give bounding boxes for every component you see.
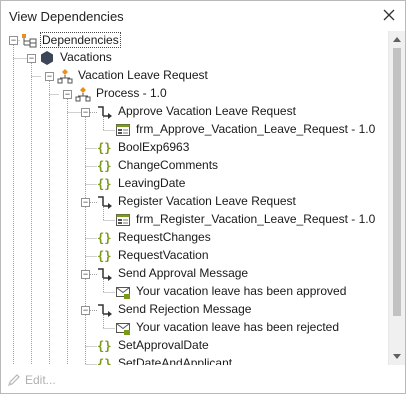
process-flow-icon: [75, 87, 91, 102]
view-dependencies-window: View Dependencies − − − − − − − − Depend…: [0, 0, 406, 394]
tree-label-setapprovaldate: SetApprovalDate: [118, 338, 209, 352]
tree-node-frm-approve[interactable]: frm_Approve_Vacation_Leave_Request - 1.0: [115, 121, 375, 139]
scroll-up-button[interactable]: [389, 31, 405, 48]
tree-node-setdateandapplicant[interactable]: {} SetDateAndApplicant: [97, 355, 237, 365]
tree-label-vacations: Vacations: [60, 50, 112, 64]
tree-node-vacation-leave-request[interactable]: Vacation Leave Request: [57, 67, 217, 85]
tree-label-send-approval-message: Send Approval Message: [118, 266, 249, 280]
braces-icon: {}: [97, 357, 112, 365]
tree-label-changecomments: ChangeComments: [118, 158, 219, 172]
tree-node-frm-register[interactable]: frm_Register_Vacation_Leave_Request - 1.…: [115, 211, 375, 229]
braces-icon: {}: [97, 249, 112, 263]
tree-node-setapprovaldate[interactable]: {} SetApprovalDate: [97, 337, 217, 355]
tree-node-send-approval-message[interactable]: Send Approval Message: [97, 265, 257, 283]
tree-node-rejected-message[interactable]: Your vacation leave has been rejected: [115, 319, 375, 337]
scroll-down-arrow-icon: [393, 354, 401, 359]
braces-icon: {}: [97, 141, 112, 155]
title-bar: View Dependencies: [1, 1, 405, 31]
close-icon: [383, 9, 395, 21]
braces-icon: {}: [97, 339, 112, 353]
tree-node-send-rejection-message[interactable]: Send Rejection Message: [97, 301, 257, 319]
expander-vacation-leave-request[interactable]: −: [45, 72, 54, 81]
expander-send-rejection-message[interactable]: −: [81, 306, 90, 315]
tree-label-rejected-message: Your vacation leave has been rejected: [136, 320, 340, 334]
expander-dependencies[interactable]: −: [9, 36, 18, 45]
scroll-down-button[interactable]: [389, 348, 405, 365]
activity-arrow-icon: [98, 106, 112, 119]
tree-label-register-vacation-leave-request: Register Vacation Leave Request: [118, 194, 296, 208]
activity-arrow-icon: [98, 196, 112, 209]
edit-button-label: Edit...: [25, 373, 56, 387]
tree-label-boolexp6963: BoolExp6963: [118, 140, 190, 154]
bottom-toolbar: Edit...: [1, 365, 405, 393]
tree-node-vacations[interactable]: Vacations: [39, 49, 139, 67]
window-title: View Dependencies: [9, 9, 124, 24]
form-icon: [116, 124, 130, 136]
tree-label-requestchanges: RequestChanges: [118, 230, 211, 244]
vertical-scrollbar[interactable]: [388, 31, 405, 365]
tree-label-vacation-leave-request: Vacation Leave Request: [78, 68, 208, 82]
tree-label-dependencies: Dependencies: [40, 32, 121, 48]
tree-node-register-vacation-leave-request[interactable]: Register Vacation Leave Request: [97, 193, 297, 211]
expander-send-approval-message[interactable]: −: [81, 270, 90, 279]
activity-arrow-icon: [98, 268, 112, 281]
braces-icon: {}: [97, 177, 112, 191]
braces-icon: {}: [97, 231, 112, 245]
tree-label-frm-register: frm_Register_Vacation_Leave_Request - 1.…: [136, 212, 376, 226]
envelope-icon: [116, 287, 130, 299]
tree-node-requestchanges[interactable]: {} RequestChanges: [97, 229, 217, 247]
pencil-icon: [8, 374, 20, 386]
expander-register-vacation-leave-request[interactable]: −: [81, 198, 90, 207]
tree-node-requestvacation[interactable]: {} RequestVacation: [97, 247, 217, 265]
braces-icon: {}: [97, 159, 112, 173]
close-button[interactable]: [381, 7, 397, 23]
tree-node-leavingdate[interactable]: {} LeavingDate: [97, 175, 217, 193]
dependencies-tree[interactable]: − − − − − − − − Dependencies Vacations V…: [1, 31, 405, 365]
tree-node-dependencies[interactable]: Dependencies: [21, 31, 131, 49]
form-icon: [116, 214, 130, 226]
expander-process[interactable]: −: [63, 90, 72, 99]
tree-label-leavingdate: LeavingDate: [118, 176, 186, 190]
tree-label-setdateandapplicant: SetDateAndApplicant: [118, 356, 233, 365]
tree-node-boolexp6963[interactable]: {} BoolExp6963: [97, 139, 217, 157]
dependencies-tree-icon: [22, 34, 37, 48]
scroll-thumb[interactable]: [393, 48, 401, 316]
scroll-up-arrow-icon: [393, 37, 401, 42]
tree-label-approved-message: Your vacation leave has been approved: [136, 284, 347, 298]
edit-button[interactable]: Edit...: [7, 372, 56, 388]
tree-label-process: Process - 1.0: [96, 86, 167, 100]
tree-node-changecomments[interactable]: {} ChangeComments: [97, 157, 219, 175]
expander-approve-vacation-leave-request[interactable]: −: [81, 108, 90, 117]
hexagon-icon: [41, 51, 53, 65]
tree-node-process[interactable]: Process - 1.0: [75, 85, 185, 103]
tree-label-requestvacation: RequestVacation: [118, 248, 209, 262]
tree-label-send-rejection-message: Send Rejection Message: [118, 302, 252, 316]
tree-node-approve-vacation-leave-request[interactable]: Approve Vacation Leave Request: [97, 103, 297, 121]
tree-label-frm-approve: frm_Approve_Vacation_Leave_Request - 1.0: [136, 122, 376, 136]
envelope-icon: [116, 323, 130, 335]
tree-node-approved-message[interactable]: Your vacation leave has been approved: [115, 283, 375, 301]
process-flow-icon: [57, 69, 73, 84]
expander-vacations[interactable]: −: [27, 54, 36, 63]
activity-arrow-icon: [98, 304, 112, 317]
tree-label-approve-vacation-leave-request: Approve Vacation Leave Request: [118, 104, 296, 118]
